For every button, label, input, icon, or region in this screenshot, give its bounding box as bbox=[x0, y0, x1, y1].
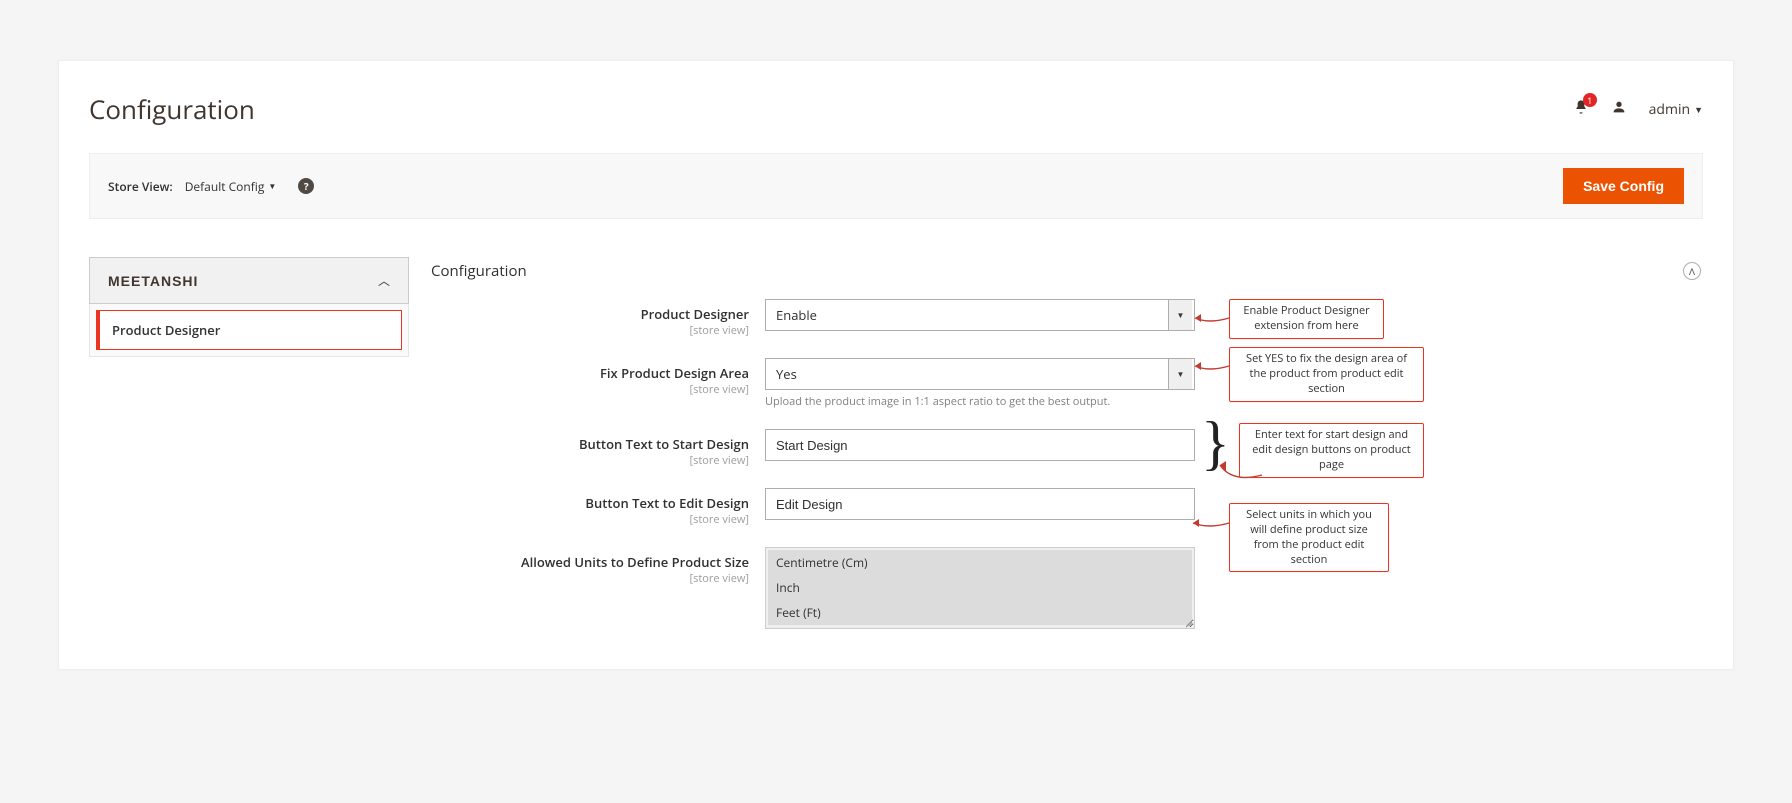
config-body: MEETANSHI ︿ Product Designer Configurati… bbox=[89, 257, 1703, 629]
notification-count-badge: 1 bbox=[1583, 93, 1597, 107]
store-view-value: Default Config bbox=[185, 178, 265, 195]
row-btn-start: Button Text to Start Design [store view] bbox=[429, 429, 1703, 468]
sidebar-group-items: Product Designer bbox=[89, 304, 409, 357]
notifications-button[interactable]: 1 bbox=[1573, 99, 1589, 119]
section-title: Configuration bbox=[431, 261, 527, 281]
scope-hint: [store view] bbox=[429, 323, 749, 338]
label-product-designer: Product Designer bbox=[641, 305, 749, 323]
save-config-button[interactable]: Save Config bbox=[1563, 168, 1684, 204]
row-btn-edit: Button Text to Edit Design [store view] bbox=[429, 488, 1703, 527]
input-btn-start[interactable] bbox=[765, 429, 1195, 461]
scope-hint: [store view] bbox=[429, 571, 749, 586]
config-panel: Configuration 1 admin ▼ Store View: Defa… bbox=[58, 60, 1734, 670]
select-value: Enable bbox=[776, 306, 817, 324]
store-view-switcher: Store View: Default Config ▼ ? bbox=[108, 178, 314, 195]
row-units: Allowed Units to Define Product Size [st… bbox=[429, 547, 1703, 629]
section-header[interactable]: Configuration ᐱ bbox=[429, 257, 1703, 299]
row-fix-area: Fix Product Design Area [store view] Yes… bbox=[429, 358, 1703, 409]
collapse-icon[interactable]: ᐱ bbox=[1683, 262, 1701, 280]
store-view-select[interactable]: Default Config ▼ bbox=[185, 178, 277, 195]
sidebar-item-product-designer[interactable]: Product Designer bbox=[96, 310, 402, 350]
user-icon[interactable] bbox=[1611, 99, 1627, 119]
page-header: Configuration 1 admin ▼ bbox=[89, 91, 1703, 127]
dropdown-icon: ▼ bbox=[1168, 359, 1192, 389]
hint-fix-area: Upload the product image in 1:1 aspect r… bbox=[765, 394, 1195, 409]
unit-option[interactable]: Feet (Ft) bbox=[768, 600, 1192, 625]
store-view-label: Store View: bbox=[108, 178, 173, 195]
chevron-up-icon: ︿ bbox=[378, 272, 390, 289]
sidebar-group-meetanshi[interactable]: MEETANSHI ︿ bbox=[89, 257, 409, 304]
scope-hint: [store view] bbox=[429, 512, 749, 527]
page-title: Configuration bbox=[89, 91, 255, 127]
config-main: Configuration ᐱ Product Designer [store … bbox=[429, 257, 1703, 629]
callout-units: Select units in which you will define pr… bbox=[1229, 503, 1389, 572]
config-toolbar: Store View: Default Config ▼ ? Save Conf… bbox=[89, 153, 1703, 219]
unit-option[interactable]: Centimetre (Cm) bbox=[768, 550, 1192, 575]
caret-down-icon: ▼ bbox=[268, 181, 276, 192]
sidebar-group-label: MEETANSHI bbox=[108, 273, 198, 289]
resize-handle-icon[interactable] bbox=[1183, 617, 1193, 627]
input-btn-edit[interactable] bbox=[765, 488, 1195, 520]
multiselect-units[interactable]: Centimetre (Cm) Inch Feet (Ft) bbox=[765, 547, 1195, 629]
label-fix-area: Fix Product Design Area bbox=[600, 364, 749, 382]
callout-enable: Enable Product Designer extension from h… bbox=[1229, 299, 1384, 339]
unit-option[interactable]: Inch bbox=[768, 575, 1192, 600]
dropdown-icon: ▼ bbox=[1168, 300, 1192, 330]
callout-fix-area: Set YES to fix the design area of the pr… bbox=[1229, 347, 1424, 402]
caret-down-icon: ▼ bbox=[1694, 103, 1703, 116]
label-btn-start: Button Text to Start Design bbox=[579, 435, 749, 453]
scope-hint: [store view] bbox=[429, 382, 749, 397]
select-fix-area[interactable]: Yes ▼ bbox=[765, 358, 1195, 390]
header-actions: 1 admin ▼ bbox=[1573, 99, 1703, 119]
label-btn-edit: Button Text to Edit Design bbox=[585, 494, 749, 512]
row-product-designer: Product Designer [store view] Enable ▼ bbox=[429, 299, 1703, 338]
admin-user-label: admin bbox=[1649, 100, 1690, 119]
config-sidebar: MEETANSHI ︿ Product Designer bbox=[89, 257, 409, 629]
help-icon[interactable]: ? bbox=[298, 178, 314, 194]
brace-icon: } bbox=[1201, 422, 1230, 464]
callout-buttons: Enter text for start design and edit des… bbox=[1239, 423, 1424, 478]
label-units: Allowed Units to Define Product Size bbox=[521, 553, 749, 571]
select-value: Yes bbox=[776, 365, 797, 383]
scope-hint: [store view] bbox=[429, 453, 749, 468]
admin-user-menu[interactable]: admin ▼ bbox=[1649, 100, 1703, 119]
select-product-designer[interactable]: Enable ▼ bbox=[765, 299, 1195, 331]
